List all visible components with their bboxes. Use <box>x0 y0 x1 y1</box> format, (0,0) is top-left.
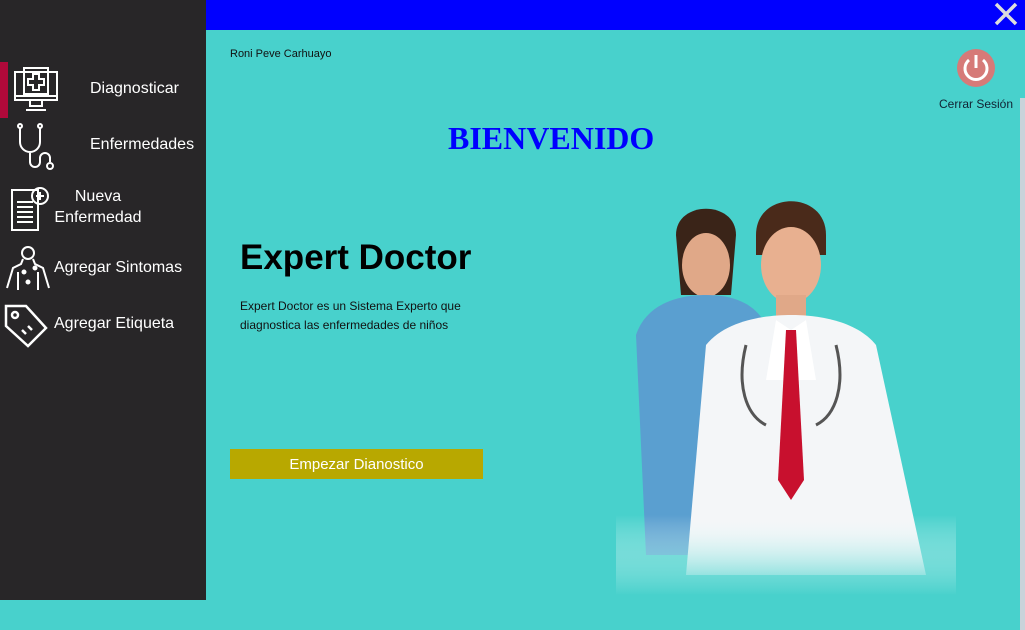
power-icon <box>957 49 995 87</box>
doctors-image <box>616 195 956 595</box>
welcome-heading: BIENVENIDO <box>448 120 655 156</box>
start-diagnosis-button[interactable]: Empezar Dianostico <box>230 449 483 479</box>
sidebar-item-enfermedades[interactable]: Enfermedades <box>0 118 206 174</box>
app-description: Expert Doctor es un Sistema Experto que … <box>240 299 461 332</box>
sidebar-item-label: Nueva Enfermedad <box>54 188 142 226</box>
stethoscope-icon <box>17 123 54 170</box>
logout-label: Cerrar Sesión <box>938 97 1014 111</box>
sidebar-item-nueva-enfermedad[interactable]: Nueva Enfermedad <box>0 180 206 236</box>
active-indicator <box>0 62 8 118</box>
close-icon[interactable] <box>993 1 1019 27</box>
sidebar-item-agregar-etiqueta[interactable]: Agregar Etiqueta <box>0 298 206 354</box>
scroll-edge <box>1020 98 1025 630</box>
body-icon <box>6 246 50 290</box>
tag-icon <box>4 304 48 348</box>
title-bar <box>206 0 1025 30</box>
main-panel: Roni Peve Carhuayo Cerrar Sesión BIENVEN… <box>206 30 1025 630</box>
user-name: Roni Peve Carhuayo <box>230 48 332 60</box>
app-title: Expert Doctor <box>240 238 472 277</box>
document-plus-icon <box>11 187 49 231</box>
monitor-medical-icon <box>14 67 58 111</box>
sidebar-item-label: Agregar Etiqueta <box>54 315 175 332</box>
sidebar-item-agregar-sintomas[interactable]: Agregar Sintomas <box>0 240 206 296</box>
sidebar-item-label: Diagnosticar <box>90 80 179 97</box>
sidebar: Diagnosticar Enfermedades Nueva Enfermed… <box>0 0 206 600</box>
sidebar-item-label: Agregar Sintomas <box>54 259 183 276</box>
logout-button[interactable]: Cerrar Sesión <box>936 48 1016 111</box>
sidebar-item-diagnosticar[interactable]: Diagnosticar <box>0 62 206 118</box>
sidebar-item-label: Enfermedades <box>90 136 195 153</box>
